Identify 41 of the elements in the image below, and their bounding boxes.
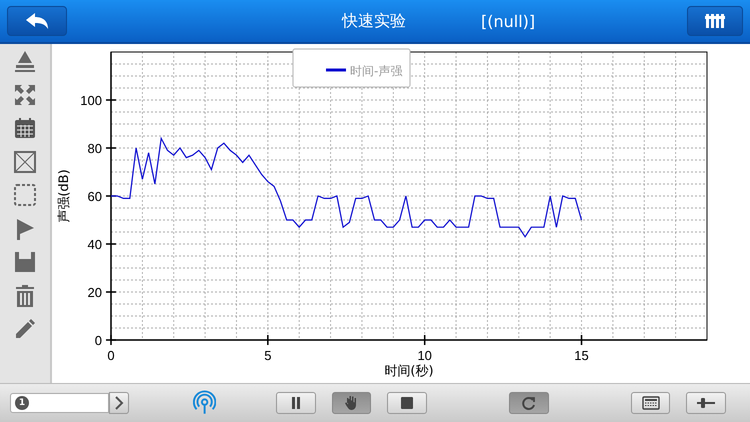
page-number: 1 <box>15 396 29 410</box>
keypad-icon <box>640 395 661 411</box>
y-tick-label: 100 <box>80 93 102 108</box>
expand-icon[interactable] <box>13 82 37 106</box>
x-tick-label: 10 <box>417 348 432 363</box>
chevron-right-icon <box>114 396 124 410</box>
keypad-button[interactable] <box>630 392 670 414</box>
x-tick-label: 0 <box>107 348 115 363</box>
slider-icon <box>696 395 716 411</box>
window-title: 快速实验 <box>342 10 406 32</box>
experiment-name: [(null)] <box>481 12 536 30</box>
crossed-box-icon[interactable] <box>13 150 37 174</box>
hand-button[interactable] <box>332 392 372 414</box>
y-tick-label: 0 <box>94 333 102 348</box>
y-tick-label: 40 <box>88 237 102 252</box>
pencil-icon[interactable] <box>13 317 37 341</box>
save-icon[interactable] <box>13 250 37 274</box>
refresh-button[interactable] <box>509 392 549 414</box>
trash-icon[interactable] <box>13 284 37 308</box>
y-tick-label: 80 <box>88 141 102 156</box>
sensor-button[interactable] <box>687 6 743 36</box>
stop-button[interactable] <box>387 392 427 414</box>
x-tick-label: 5 <box>264 348 272 363</box>
slider-button[interactable] <box>686 392 726 414</box>
page-field[interactable]: 1 <box>10 393 110 413</box>
y-tick-label: 20 <box>88 285 102 300</box>
back-arrow-icon <box>25 12 49 30</box>
y-axis-label: 声强(dB) <box>57 169 72 223</box>
legend-label: 时间-声强 <box>350 64 402 78</box>
next-button[interactable] <box>109 392 129 414</box>
bars-icon <box>704 13 726 29</box>
pause-button[interactable] <box>276 392 316 414</box>
dashed-square-icon[interactable] <box>13 183 37 207</box>
back-button[interactable] <box>7 6 67 36</box>
x-tick-label: 15 <box>574 348 589 363</box>
legend-swatch <box>326 68 346 72</box>
wireless-icon[interactable] <box>192 390 216 416</box>
y-tick-label: 60 <box>88 189 102 204</box>
calendar-icon[interactable] <box>13 116 37 140</box>
x-axis-label: 时间(秒) <box>384 364 434 379</box>
pyramid-icon[interactable] <box>13 49 37 73</box>
